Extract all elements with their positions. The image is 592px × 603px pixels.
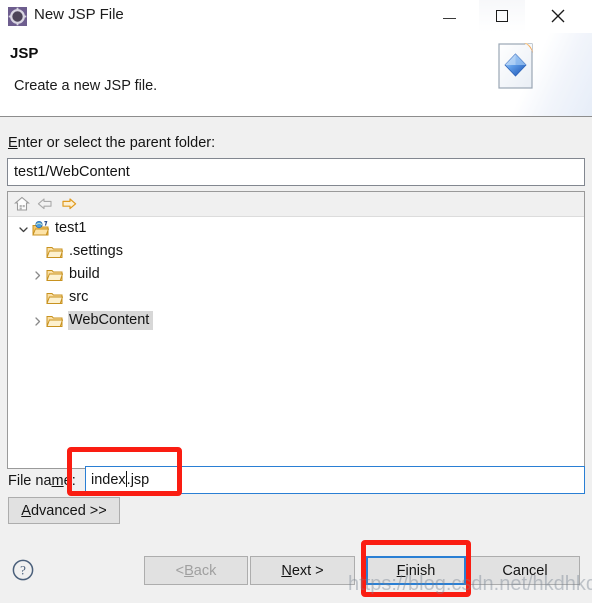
advanced-button-label: dvanced >> xyxy=(30,502,107,519)
forward-arrow-icon[interactable] xyxy=(60,195,78,213)
folder-tree[interactable]: test1 .settings build src WebContent xyxy=(8,217,584,468)
jsp-wizard-icon xyxy=(8,7,27,26)
tree-item-label: src xyxy=(69,289,89,305)
page-description: Create a new JSP file. xyxy=(14,78,158,94)
file-name-label-before: File na xyxy=(8,473,52,489)
parent-folder-label-mnemonic: E xyxy=(8,135,18,151)
back-button[interactable]: < Back xyxy=(144,556,248,585)
wizard-header: JSP Create a new JSP file. xyxy=(0,33,592,117)
tree-item-label: build xyxy=(69,266,100,282)
folder-icon xyxy=(46,313,64,329)
help-button[interactable]: ? xyxy=(11,558,35,582)
tree-row[interactable]: build xyxy=(8,263,584,286)
back-button-prefix: < xyxy=(175,562,185,579)
cancel-button[interactable]: Cancel xyxy=(470,556,580,585)
folder-icon xyxy=(46,267,64,283)
title-bar: New JSP File xyxy=(0,0,592,33)
parent-folder-label: Enter or select the parent folder: xyxy=(8,135,215,151)
next-button[interactable]: Next > xyxy=(250,556,355,585)
minimize-button[interactable] xyxy=(426,0,472,32)
tree-row[interactable]: .settings xyxy=(8,240,584,263)
tree-item-label: test1 xyxy=(55,220,87,236)
next-button-label: ext > xyxy=(291,562,324,579)
jsp-file-banner-icon xyxy=(488,38,548,102)
back-button-label: ack xyxy=(193,562,217,579)
advanced-button[interactable]: Advanced >> xyxy=(8,497,120,524)
tree-row[interactable]: src xyxy=(8,286,584,309)
dialog-body: Enter or select the parent folder: test1… xyxy=(0,118,592,546)
help-icon: ? xyxy=(11,559,35,586)
tree-item-label: .settings xyxy=(69,243,123,259)
file-name-label-mnemonic: m xyxy=(51,473,64,489)
window-title: New JSP File xyxy=(34,6,124,23)
tree-item-label-selected: WebContent xyxy=(68,311,154,330)
svg-text:?: ? xyxy=(20,563,26,578)
file-name-value-before-caret: index xyxy=(91,472,126,488)
page-title: JSP xyxy=(10,45,39,62)
finish-button-mnemonic: F xyxy=(396,562,406,579)
folder-tree-panel: test1 .settings build src WebContent xyxy=(7,191,585,469)
file-name-label: File name: xyxy=(8,473,76,489)
back-button-mnemonic: B xyxy=(184,562,194,579)
home-icon[interactable] xyxy=(13,195,31,213)
chevron-right-icon[interactable] xyxy=(32,269,43,280)
tree-row[interactable]: test1 xyxy=(8,217,584,240)
minimize-icon xyxy=(426,0,472,32)
maximize-icon xyxy=(479,0,525,32)
finish-button-label: inish xyxy=(405,562,436,579)
back-arrow-icon[interactable] xyxy=(36,195,54,213)
cancel-button-label: Cancel xyxy=(502,562,548,579)
new-jsp-file-dialog: New JSP File JSP Create a new JSP file. … xyxy=(0,0,592,603)
parent-folder-input[interactable]: test1/WebContent xyxy=(7,158,585,186)
tree-toolbar xyxy=(8,192,584,217)
close-icon xyxy=(535,0,581,32)
header-banner xyxy=(482,33,592,116)
chevron-down-icon[interactable] xyxy=(18,223,29,234)
folder-icon xyxy=(46,290,64,306)
file-name-value-after-caret: .jsp xyxy=(126,472,150,488)
web-project-icon xyxy=(32,220,50,237)
file-name-input[interactable]: index.jsp xyxy=(85,466,585,494)
next-button-mnemonic: N xyxy=(281,562,292,579)
finish-button[interactable]: Finish xyxy=(366,556,466,585)
tree-row[interactable]: WebContent xyxy=(8,309,584,332)
file-name-label-after: e: xyxy=(63,473,76,489)
chevron-right-icon[interactable] xyxy=(32,315,43,326)
close-button[interactable] xyxy=(535,0,581,32)
advanced-button-mnemonic: A xyxy=(21,502,31,519)
folder-icon xyxy=(46,244,64,260)
maximize-button[interactable] xyxy=(479,0,525,32)
parent-folder-label-text: nter or select the parent folder: xyxy=(17,135,216,151)
